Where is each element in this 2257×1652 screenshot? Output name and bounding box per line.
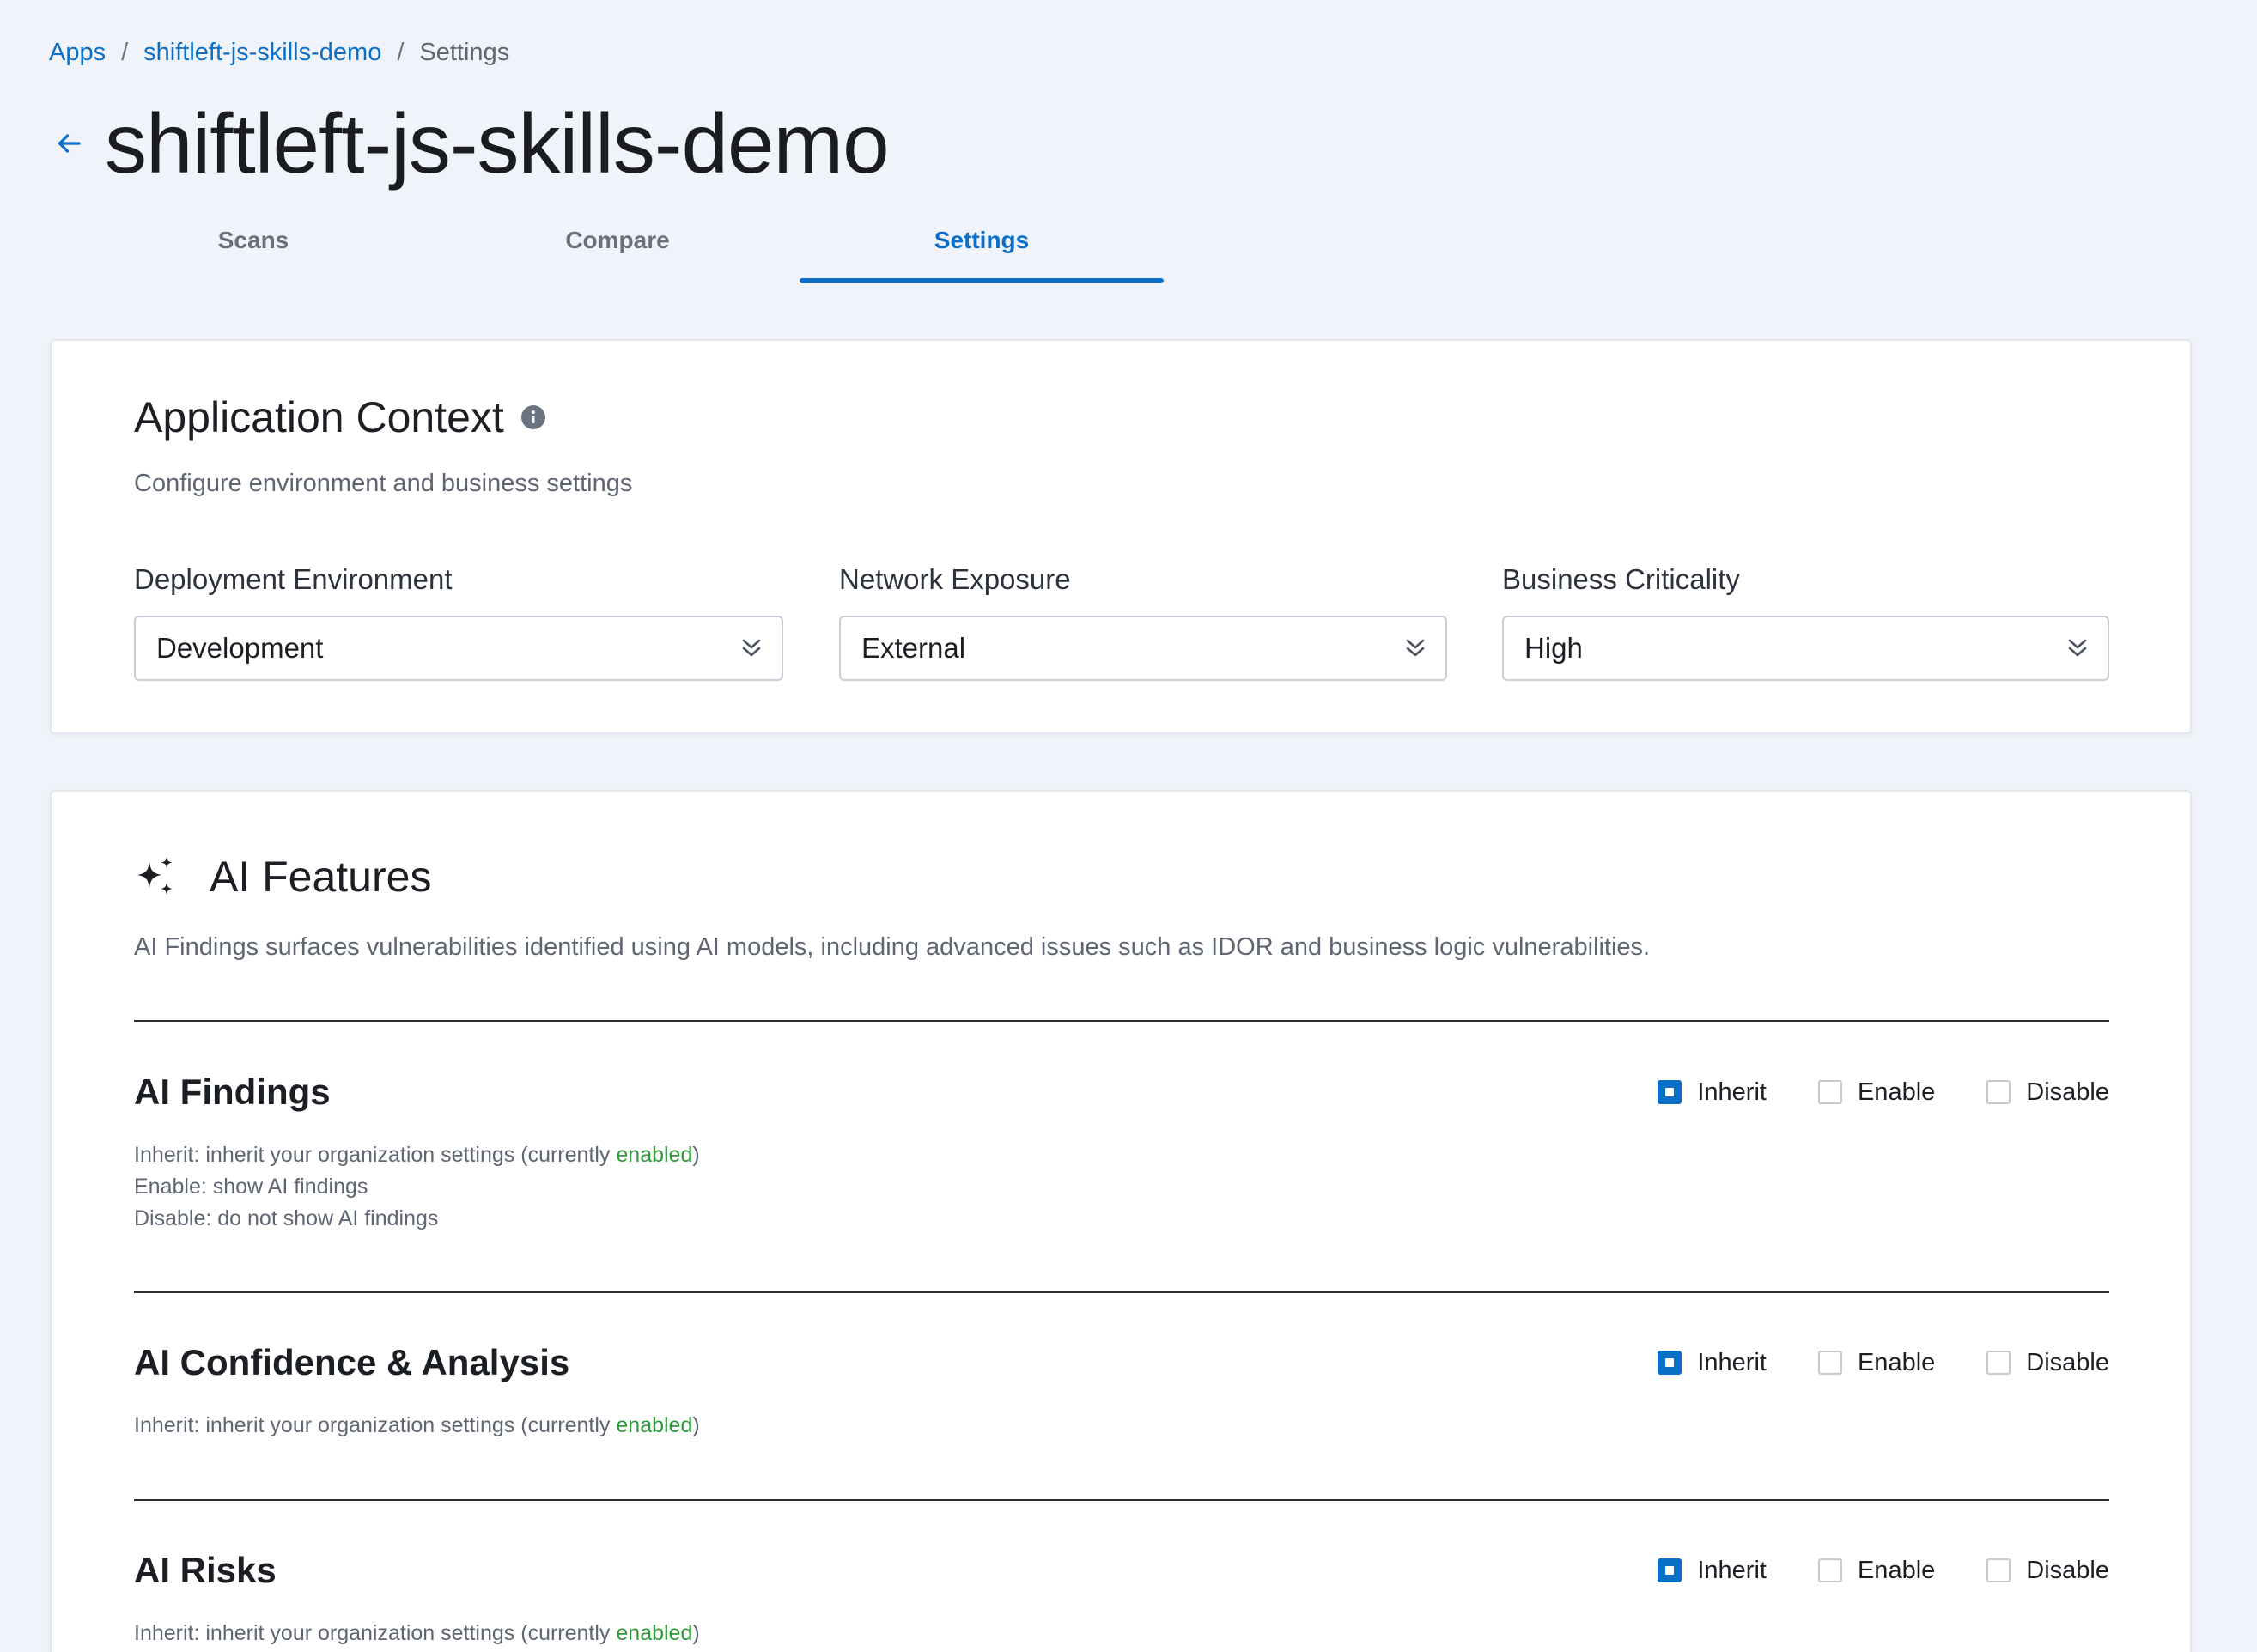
application-context-title: Application Context	[134, 393, 504, 441]
ai-confidence-description: Inherit: inherit your organization setti…	[134, 1410, 2109, 1442]
ai-risks-inherit-option[interactable]: Inherit	[1658, 1557, 1767, 1585]
ai-confidence-options: Inherit Enable Disable	[1606, 1343, 2109, 1382]
ai-features-card: AI Features AI Findings surfaces vulnera…	[50, 790, 2192, 1652]
breadcrumb-project-link[interactable]: shiftleft-js-skills-demo	[143, 36, 381, 69]
application-context-subtitle: Configure environment and business setti…	[134, 470, 633, 497]
business-criticality-value: High	[1524, 632, 1583, 664]
application-context-header: Application Context	[134, 392, 547, 442]
ai-findings-inherit-option[interactable]: Inherit	[1658, 1078, 1767, 1107]
ai-risks-disable-checkbox[interactable]	[1986, 1558, 2011, 1582]
ai-features-title: AI Features	[210, 853, 432, 901]
deployment-environment-field: Deployment Environment Development	[134, 562, 783, 681]
ai-risks-setting: AI Risks Inherit Enable Disable Inherit:…	[134, 1549, 2109, 1649]
chevron-double-down-icon	[740, 635, 763, 661]
tab-settings[interactable]: Settings	[800, 215, 1164, 283]
settings-page: Apps / shiftleft-js-skills-demo / Settin…	[0, 0, 2257, 1652]
tab-bar: Scans Compare Settings	[71, 215, 1164, 283]
ai-findings-disable-option[interactable]: Disable	[1986, 1078, 2109, 1107]
option-label-enable: Enable	[1857, 1556, 1936, 1584]
sparkle-icon	[134, 855, 177, 898]
network-exposure-field: Network Exposure External	[839, 562, 1447, 681]
inherit-description: Inherit: inherit your organization setti…	[134, 1621, 700, 1645]
info-icon[interactable]	[520, 404, 547, 431]
ai-findings-setting: AI Findings Inherit Enable Disable Inher…	[134, 1071, 2109, 1235]
network-exposure-value: External	[861, 632, 966, 664]
ai-confidence-inherit-option[interactable]: Inherit	[1658, 1349, 1767, 1377]
application-context-card: Application Context Configure environmen…	[50, 339, 2192, 734]
deployment-environment-select[interactable]: Development	[134, 616, 783, 681]
enabled-status: enabled	[616, 1413, 693, 1437]
deployment-environment-label: Deployment Environment	[134, 563, 453, 595]
breadcrumb-apps-link[interactable]: Apps	[49, 36, 106, 69]
business-criticality-field: Business Criticality High	[1502, 562, 2109, 681]
ai-findings-inherit-checkbox[interactable]	[1658, 1080, 1682, 1104]
network-exposure-label: Network Exposure	[839, 563, 1071, 595]
ai-confidence-setting: AI Confidence & Analysis Inherit Enable …	[134, 1341, 2109, 1442]
ai-risks-description: Inherit: inherit your organization setti…	[134, 1618, 2109, 1649]
enabled-status: enabled	[616, 1621, 693, 1645]
divider	[134, 1291, 2109, 1293]
ai-findings-enable-checkbox[interactable]	[1817, 1080, 1842, 1104]
ai-findings-enable-option[interactable]: Enable	[1817, 1078, 1936, 1107]
breadcrumb-separator: /	[121, 39, 129, 66]
ai-confidence-disable-checkbox[interactable]	[1986, 1351, 2011, 1375]
arrow-left-icon[interactable]	[50, 125, 88, 162]
option-label-disable: Disable	[2026, 1348, 2109, 1376]
page-header: shiftleft-js-skills-demo	[50, 96, 890, 191]
ai-risks-enable-checkbox[interactable]	[1817, 1558, 1842, 1582]
option-label-inherit: Inherit	[1697, 1078, 1767, 1106]
business-criticality-select[interactable]: High	[1502, 616, 2109, 681]
chevron-double-down-icon	[2066, 635, 2089, 661]
option-label-enable: Enable	[1857, 1348, 1936, 1376]
option-label-disable: Disable	[2026, 1556, 2109, 1584]
disable-description: Disable: do not show AI findings	[134, 1206, 439, 1230]
deployment-environment-value: Development	[156, 632, 324, 664]
business-criticality-label: Business Criticality	[1502, 563, 1740, 595]
ai-findings-options: Inherit Enable Disable	[1606, 1072, 2109, 1112]
chevron-double-down-icon	[1404, 635, 1427, 661]
option-label-inherit: Inherit	[1697, 1348, 1767, 1376]
ai-features-subtitle: AI Findings surfaces vulnerabilities ide…	[134, 933, 1651, 961]
divider	[134, 1499, 2109, 1501]
ai-confidence-enable-option[interactable]: Enable	[1817, 1348, 1936, 1377]
enable-description: Enable: show AI findings	[134, 1175, 368, 1199]
ai-risks-inherit-checkbox[interactable]	[1658, 1558, 1682, 1582]
ai-confidence-disable-option[interactable]: Disable	[1986, 1349, 2109, 1377]
ai-features-header: AI Features	[134, 852, 431, 902]
breadcrumb-current: Settings	[419, 39, 510, 66]
network-exposure-select[interactable]: External	[839, 616, 1447, 681]
tab-compare[interactable]: Compare	[435, 215, 800, 283]
enabled-status: enabled	[616, 1143, 693, 1167]
option-label-enable: Enable	[1857, 1078, 1936, 1106]
breadcrumb: Apps / shiftleft-js-skills-demo / Settin…	[49, 36, 509, 69]
tab-scans[interactable]: Scans	[71, 215, 435, 283]
ai-confidence-inherit-checkbox[interactable]	[1658, 1351, 1682, 1375]
ai-findings-disable-checkbox[interactable]	[1986, 1080, 2011, 1104]
ai-risks-disable-option[interactable]: Disable	[1986, 1557, 2109, 1585]
option-label-inherit: Inherit	[1697, 1556, 1767, 1584]
inherit-description: Inherit: inherit your organization setti…	[134, 1143, 700, 1167]
divider	[134, 1020, 2109, 1022]
ai-findings-description: Inherit: inherit your organization setti…	[134, 1139, 2109, 1235]
ai-confidence-enable-checkbox[interactable]	[1817, 1351, 1842, 1375]
ai-risks-options: Inherit Enable Disable	[1606, 1551, 2109, 1590]
ai-risks-enable-option[interactable]: Enable	[1817, 1556, 1936, 1585]
page-title: shiftleft-js-skills-demo	[105, 96, 890, 191]
breadcrumb-separator: /	[397, 39, 405, 66]
option-label-disable: Disable	[2026, 1078, 2109, 1106]
inherit-description: Inherit: inherit your organization setti…	[134, 1413, 700, 1437]
